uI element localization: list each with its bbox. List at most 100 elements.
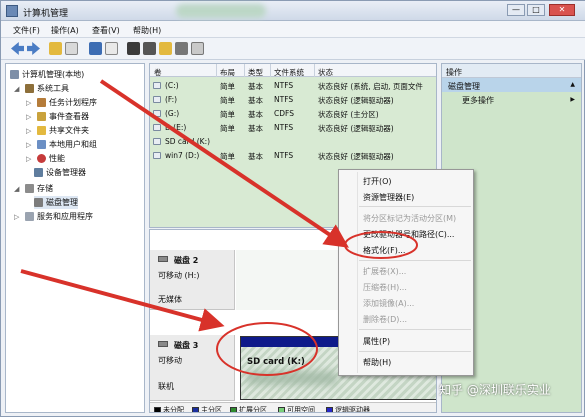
tree-item-performance[interactable]: ▷ 性能 bbox=[26, 152, 65, 165]
menu-item-mark-active[interactable]: 将分区标记为活动分区(M) bbox=[363, 213, 456, 224]
menu-item-open[interactable]: 打开(O) bbox=[363, 176, 392, 187]
menu-file[interactable]: 文件(F) bbox=[13, 25, 40, 36]
volume-name: (F:) bbox=[165, 95, 178, 104]
disk-management-icon bbox=[34, 198, 43, 207]
show-hide-tree-icon[interactable] bbox=[65, 42, 78, 55]
collapse-arrow-icon[interactable]: ▷ bbox=[26, 113, 34, 121]
tree-item-storage[interactable]: ◢ 存储 bbox=[14, 182, 53, 195]
volume-status: 状态良好 (逻辑驱动器) bbox=[318, 124, 394, 133]
column-filesystem[interactable]: 文件系统 bbox=[274, 67, 304, 78]
menu-item-properties[interactable]: 属性(P) bbox=[363, 336, 390, 347]
collapse-arrow-icon[interactable]: ▷ bbox=[26, 127, 34, 135]
legend-swatch bbox=[326, 406, 333, 412]
tree-item-task-scheduler[interactable]: ▷ 任务计划程序 bbox=[26, 96, 97, 109]
volume-layout: 简单 bbox=[220, 82, 235, 91]
volume-name: D (E:) bbox=[165, 123, 187, 132]
tree-item-device-manager[interactable]: 设备管理器 bbox=[34, 166, 86, 179]
maximize-button[interactable]: □ bbox=[527, 4, 545, 16]
menu-help[interactable]: 帮助(H) bbox=[133, 25, 161, 36]
collapse-arrow-icon[interactable]: ▷ bbox=[26, 99, 34, 107]
collapse-arrow-icon[interactable]: ▷ bbox=[14, 213, 22, 221]
tree-item-services-apps[interactable]: ▷ 服务和应用程序 bbox=[14, 210, 93, 223]
expand-arrow-icon[interactable]: ◢ bbox=[14, 85, 22, 93]
search-icon[interactable] bbox=[175, 42, 188, 55]
legend-label: 可用空间 bbox=[287, 406, 315, 413]
column-layout[interactable]: 布局 bbox=[220, 67, 235, 78]
volume-status: 状态良好 (主分区) bbox=[318, 110, 379, 119]
tree-item-event-viewer[interactable]: ▷ 事件查看器 bbox=[26, 110, 89, 123]
computer-icon bbox=[10, 70, 19, 79]
legend-extended: 扩展分区 bbox=[230, 405, 267, 412]
volume-row[interactable]: D (E:) 简单 基本 NTFS 状态良好 (逻辑驱动器) bbox=[150, 122, 436, 133]
volume-layout: 简单 bbox=[220, 110, 235, 119]
tree-label: 设备管理器 bbox=[46, 168, 86, 177]
tree-item-system-tools[interactable]: ◢ 系统工具 bbox=[14, 82, 69, 95]
forward-icon[interactable] bbox=[27, 42, 40, 55]
volume-status: 状态良好 (逻辑驱动器) bbox=[318, 96, 394, 105]
volume-row[interactable]: win7 (D:) 简单 基本 NTFS 状态良好 (逻辑驱动器) bbox=[150, 150, 436, 161]
column-status[interactable]: 状态 bbox=[318, 67, 333, 78]
volume-type: 基本 bbox=[248, 82, 263, 91]
list-view-icon[interactable] bbox=[191, 42, 204, 55]
navigation-tree: 计算机管理(本地) ◢ 系统工具 ▷ 任务计划程序 ▷ 事件查看器 ▷ 共享文件… bbox=[5, 63, 145, 413]
volume-row[interactable]: (C:) 简单 基本 NTFS 状态良好 (系统, 启动, 页面文件 bbox=[150, 80, 436, 91]
users-icon bbox=[37, 140, 46, 149]
actions-section-disk-management[interactable]: 磁盘管理 bbox=[442, 78, 581, 92]
context-menu: 打开(O) 资源管理器(E) 将分区标记为活动分区(M) 更改驱动器号和路径(C… bbox=[338, 169, 474, 376]
legend-logical-drive: 逻辑驱动器 bbox=[326, 405, 370, 413]
open-folder-icon[interactable] bbox=[159, 42, 172, 55]
tree-item-disk-management[interactable]: 磁盘管理 bbox=[34, 196, 78, 209]
cd-drive-icon bbox=[153, 110, 161, 117]
legend-primary: 主分区 bbox=[192, 405, 222, 412]
collapse-arrow-icon[interactable]: ▷ bbox=[26, 155, 34, 163]
volume-row[interactable]: SD card (K:) bbox=[150, 136, 436, 147]
volume-icon bbox=[153, 152, 161, 159]
close-button[interactable]: ✕ bbox=[549, 4, 575, 16]
more-actions-item[interactable]: 更多操作 bbox=[442, 92, 581, 109]
menu-item-change-drive-letter[interactable]: 更改驱动器号和路径(C)... bbox=[363, 229, 454, 240]
minimize-button[interactable]: — bbox=[507, 4, 525, 16]
device-manager-icon bbox=[34, 168, 43, 177]
menu-item-format[interactable]: 格式化(F)... bbox=[363, 245, 405, 256]
menu-item-delete-volume[interactable]: 删除卷(D)... bbox=[363, 314, 407, 325]
volume-type: 基本 bbox=[248, 96, 263, 105]
tree-item-root[interactable]: 计算机管理(本地) bbox=[10, 68, 84, 81]
disk-3-name: 磁盘 3 bbox=[174, 341, 199, 350]
disk-3-label[interactable]: 磁盘 3 可移动 联机 bbox=[150, 335, 235, 401]
menu-item-shrink-volume[interactable]: 压缩卷(H)... bbox=[363, 282, 407, 293]
collapse-arrow-icon[interactable]: ▷ bbox=[26, 141, 34, 149]
legend-label: 逻辑驱动器 bbox=[335, 406, 370, 413]
disk-icon[interactable] bbox=[143, 42, 156, 55]
help-icon[interactable] bbox=[89, 42, 102, 55]
legend-swatch bbox=[154, 406, 161, 412]
volume-row[interactable]: (F:) 简单 基本 NTFS 状态良好 (逻辑驱动器) bbox=[150, 94, 436, 105]
menu-view[interactable]: 查看(V) bbox=[92, 25, 120, 36]
disk-2-name: 磁盘 2 bbox=[174, 256, 199, 265]
column-type[interactable]: 类型 bbox=[248, 67, 263, 78]
legend-swatch bbox=[192, 406, 199, 412]
folder-up-icon[interactable] bbox=[49, 42, 62, 55]
column-volume[interactable]: 卷 bbox=[154, 67, 162, 78]
connect-icon[interactable] bbox=[127, 42, 140, 55]
tools-icon bbox=[25, 84, 34, 93]
blurred-region bbox=[176, 4, 266, 18]
disk-2-label[interactable]: 磁盘 2 可移动 (H:) 无媒体 bbox=[150, 250, 235, 310]
menu-item-extend-volume[interactable]: 扩展卷(X)... bbox=[363, 266, 406, 277]
tree-item-local-users[interactable]: ▷ 本地用户和组 bbox=[26, 138, 97, 151]
volume-row[interactable]: (G:) 简单 基本 CDFS 状态良好 (主分区) bbox=[150, 108, 436, 119]
volume-list-header: 卷 布局 类型 文件系统 状态 bbox=[150, 64, 436, 78]
back-icon[interactable] bbox=[11, 42, 24, 55]
tree-label: 本地用户和组 bbox=[49, 140, 97, 149]
menu-item-help[interactable]: 帮助(H) bbox=[363, 357, 391, 368]
properties-icon[interactable] bbox=[105, 42, 118, 55]
menu-item-explorer[interactable]: 资源管理器(E) bbox=[363, 192, 414, 203]
removable-disk-icon bbox=[158, 256, 168, 262]
volume-status: 状态良好 (逻辑驱动器) bbox=[318, 152, 394, 161]
performance-icon bbox=[37, 154, 46, 163]
expand-arrow-icon[interactable]: ◢ bbox=[14, 185, 22, 193]
menu-item-add-mirror[interactable]: 添加镜像(A)... bbox=[363, 298, 414, 309]
tree-label: 共享文件夹 bbox=[49, 126, 89, 135]
volume-name: (C:) bbox=[165, 81, 179, 90]
tree-item-shared-folders[interactable]: ▷ 共享文件夹 bbox=[26, 124, 89, 137]
menu-action[interactable]: 操作(A) bbox=[51, 25, 79, 36]
